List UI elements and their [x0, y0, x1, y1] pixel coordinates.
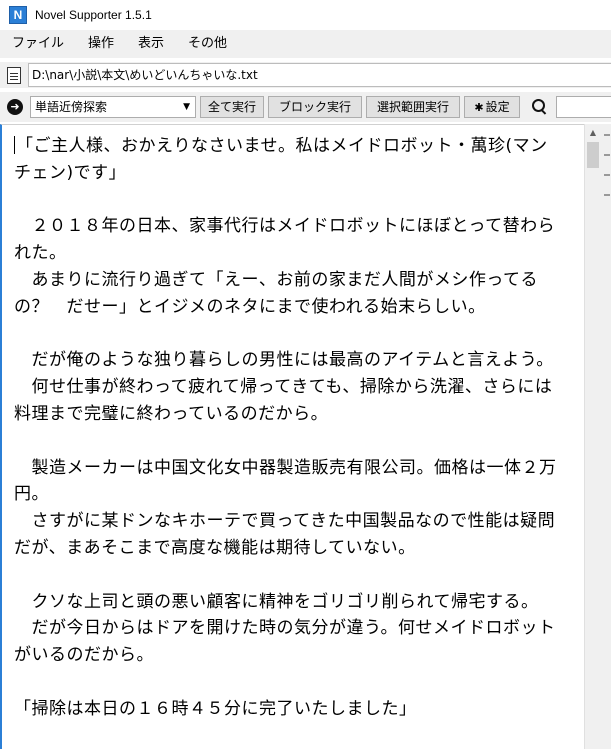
menu-other[interactable]: その他 — [176, 30, 239, 58]
run-all-button[interactable]: 全て実行 — [200, 96, 264, 118]
settings-button[interactable]: ✱ 設定 — [464, 96, 520, 118]
arrow-right-circle-icon[interactable]: ➜ — [7, 99, 23, 115]
editor-content: 「ご主人様、おかえりなさいませ。私はメイドロボット・萬珍(マン チェン)です」 … — [14, 136, 557, 719]
document-icon — [7, 66, 21, 84]
app-logo-icon: N — [9, 6, 27, 24]
text-caret — [14, 136, 15, 154]
menu-bar: ファイル 操作 表示 その他 — [0, 30, 611, 58]
file-path-field[interactable]: D:\nar\小説\本文\めいどいんちゃいな.txt — [28, 63, 611, 87]
window-title: Novel Supporter 1.5.1 — [35, 8, 152, 22]
menu-operation[interactable]: 操作 — [76, 30, 126, 58]
scroll-up-icon[interactable]: ▲ — [585, 124, 601, 141]
side-ruler — [601, 124, 611, 749]
ruler-tick — [604, 154, 610, 156]
gear-icon: ✱ — [474, 101, 484, 114]
menu-view[interactable]: 表示 — [126, 30, 176, 58]
run-block-button[interactable]: ブロック実行 — [268, 96, 362, 118]
search-mode-value: 単語近傍探索 — [35, 100, 108, 114]
chevron-down-icon: ▼ — [183, 102, 190, 112]
text-editor[interactable]: 「ご主人様、おかえりなさいませ。私はメイドロボット・萬珍(マン チェン)です」 … — [0, 124, 584, 749]
settings-label: 設定 — [485, 100, 510, 114]
ruler-tick — [604, 174, 610, 176]
search-icon[interactable] — [531, 98, 549, 116]
ruler-tick — [604, 134, 610, 136]
file-path-bar: D:\nar\小説\本文\めいどいんちゃいな.txt — [0, 62, 611, 88]
search-mode-select[interactable]: 単語近傍探索 ▼ — [30, 96, 196, 118]
menu-file[interactable]: ファイル — [0, 30, 76, 58]
ruler-tick — [604, 194, 610, 196]
title-bar: N Novel Supporter 1.5.1 — [0, 0, 611, 30]
run-selection-button[interactable]: 選択範囲実行 — [366, 96, 460, 118]
toolbar: ➜ 単語近傍探索 ▼ 全て実行 ブロック実行 選択範囲実行 ✱ 設定 — [0, 92, 611, 122]
search-input[interactable] — [556, 96, 611, 118]
vertical-scrollbar[interactable]: ▲ — [584, 124, 601, 749]
scroll-thumb[interactable] — [587, 142, 599, 168]
